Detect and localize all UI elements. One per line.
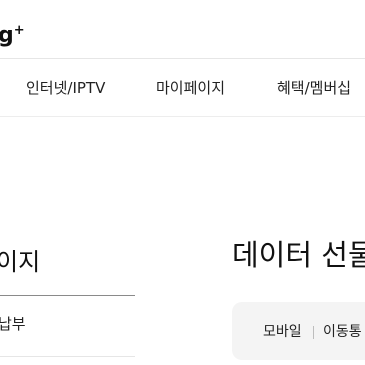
- nav-item-internet-iptv[interactable]: 인터넷/IPTV: [26, 78, 105, 98]
- page-title: 데이터 선물: [232, 238, 365, 272]
- sidebar-item-divider: [0, 356, 135, 357]
- header-divider: [0, 58, 365, 59]
- sidebar-title-rule: [0, 295, 135, 296]
- nav-item-benefits-membership[interactable]: 혜택/멤버십: [277, 78, 351, 98]
- tab-mobile[interactable]: 모바일: [263, 323, 302, 341]
- logo-plus: +: [13, 23, 25, 38]
- page: g+ 인터넷/IPTV 마이페이지 혜택/멤버십 이지 납부 데이터 선물 모바…: [0, 0, 365, 365]
- nav-divider: [0, 116, 365, 117]
- tab-separator: [313, 326, 314, 339]
- logo-text: g: [0, 23, 14, 48]
- nav-item-mypage[interactable]: 마이페이지: [156, 78, 225, 98]
- brand-logo[interactable]: g+: [0, 18, 25, 49]
- sidebar-title: 이지: [0, 248, 41, 276]
- sidebar-item-payment[interactable]: 납부: [0, 314, 26, 334]
- tab-mobile-carrier[interactable]: 이동통: [323, 323, 362, 341]
